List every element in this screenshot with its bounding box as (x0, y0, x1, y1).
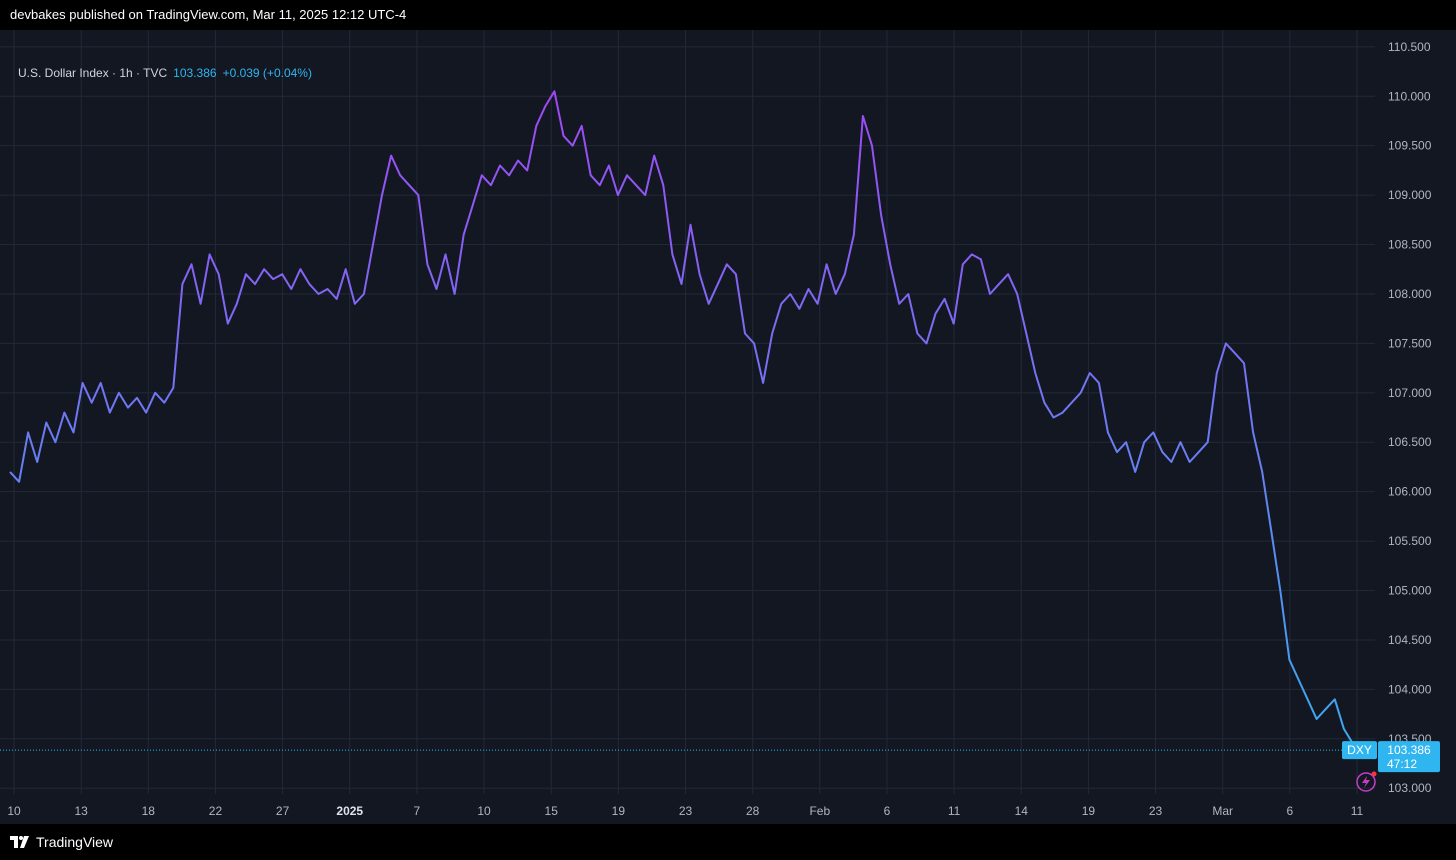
price-change: +0.039 (+0.04%) (222, 66, 312, 80)
x-tick-label: 7 (414, 804, 421, 818)
x-tick-label: Feb (809, 804, 830, 818)
y-tick-label: 110.500 (1388, 40, 1431, 54)
x-tick-label: 14 (1015, 804, 1029, 818)
x-tick-label: 2025 (336, 804, 363, 818)
x-tick-label: 10 (7, 804, 21, 818)
price-tag-value: 103.386 (1387, 743, 1431, 757)
brand-name: TradingView (36, 834, 114, 850)
x-tick-label: 6 (884, 804, 891, 818)
x-tick-label: 6 (1287, 804, 1294, 818)
y-tick-label: 106.000 (1388, 485, 1432, 499)
y-tick-label: 105.000 (1388, 584, 1432, 598)
x-tick-label: 23 (679, 804, 693, 818)
x-tick-label: Mar (1212, 804, 1233, 818)
price-chart[interactable]: 110.500 110.000 109.500 109.000 108.500 108.0… (0, 30, 1456, 824)
x-tick-label: 11 (948, 804, 961, 818)
published-text: devbakes published on TradingView.com, M… (10, 7, 407, 22)
x-tick-label: 19 (612, 804, 626, 818)
x-axis[interactable]: 10 13 18 22 27 2025 7 10 15 19 23 28 Feb 6 11 14 19 23 Mar… (7, 804, 1363, 818)
x-tick-label: 13 (74, 804, 88, 818)
y-tick-label: 104.000 (1388, 682, 1432, 696)
symbol-info: U.S. Dollar Index · 1h · TVC (18, 66, 168, 80)
y-axis[interactable]: 110.500 110.000 109.500 109.000 108.500 108.0… (1388, 40, 1432, 795)
x-tick-label: 10 (477, 804, 491, 818)
y-tick-label: 110.000 (1388, 89, 1431, 103)
x-tick-label: 28 (746, 804, 760, 818)
symbol-tag-label: DXY (1347, 743, 1372, 757)
y-tick-label: 108.500 (1388, 238, 1432, 252)
x-tick-label: 22 (209, 804, 223, 818)
y-tick-label: 106.500 (1388, 435, 1432, 449)
x-tick-label: 18 (142, 804, 156, 818)
x-tick-label: 15 (545, 804, 559, 818)
y-tick-label: 105.500 (1388, 534, 1432, 548)
last-price: 103.386 (173, 66, 217, 80)
x-tick-label: 19 (1082, 804, 1096, 818)
grid-lines (0, 30, 1375, 794)
y-tick-label: 107.000 (1388, 386, 1432, 400)
tradingview-logo-icon (10, 836, 29, 848)
publisher-bar: devbakes published on TradingView.com, M… (0, 0, 1456, 30)
y-tick-label: 103.000 (1388, 781, 1432, 795)
brand[interactable]: TradingView (10, 824, 113, 860)
y-tick-label: 107.500 (1388, 336, 1432, 350)
x-tick-label: 23 (1149, 804, 1163, 818)
y-tick-label: 104.500 (1388, 633, 1432, 647)
y-tick-label: 108.000 (1388, 287, 1432, 301)
legend[interactable]: U.S. Dollar Index · 1h · TVC 103.386 +0.… (18, 66, 312, 80)
footer-bar: TradingView (0, 824, 1456, 860)
chart-frame[interactable]: 110.500 110.000 109.500 109.000 108.500 108.0… (0, 30, 1456, 824)
price-tag-countdown: 47:12 (1387, 757, 1417, 771)
x-tick-label: 11 (1351, 804, 1364, 818)
x-tick-label: 27 (276, 804, 290, 818)
y-tick-label: 109.000 (1388, 188, 1432, 202)
y-tick-label: 109.500 (1388, 139, 1432, 153)
